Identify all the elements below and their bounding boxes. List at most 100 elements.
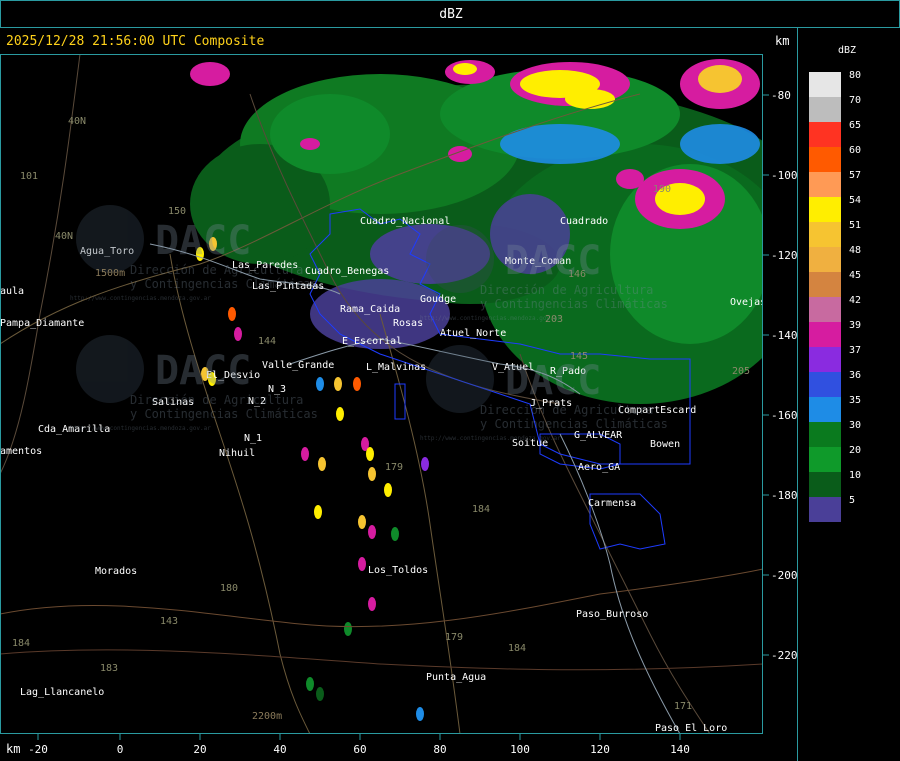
legend-label: 42 xyxy=(849,295,862,306)
y-axis: -80 -100 -120 -140 -160 -180 -200 -220 xyxy=(763,89,797,662)
place-label: Pampa_Diamante xyxy=(0,318,84,329)
place-label: Cuadro_Nacional xyxy=(360,216,450,227)
legend-swatch xyxy=(809,97,841,122)
radar-echo xyxy=(680,124,760,164)
route-label: 180 xyxy=(220,583,238,594)
route-label: 183 xyxy=(100,663,118,674)
watermark-line2: y Contingencias Climáticas xyxy=(130,407,318,421)
radar-echo xyxy=(384,483,392,497)
place-label: Lag_Llancanelo xyxy=(20,687,104,698)
legend-label: 5 xyxy=(849,495,856,506)
watermark-line1: Dirección de Agricultura xyxy=(480,283,653,297)
legend-label: 57 xyxy=(849,170,862,181)
route-label: 205 xyxy=(732,366,750,377)
place-label: Cuadrado xyxy=(560,216,608,227)
radar-echo xyxy=(318,457,326,471)
legend-label: 35 xyxy=(849,395,862,406)
place-label: L_Malvinas xyxy=(366,362,426,373)
radar-echo xyxy=(300,138,320,150)
terrain-label: 1500m xyxy=(95,268,125,279)
place-label: Carmensa xyxy=(588,498,636,509)
x-tick-label: 20 xyxy=(193,743,206,756)
legend-label: 37 xyxy=(849,345,862,356)
top-bar: dBZ xyxy=(0,0,900,28)
x-tick-label: 100 xyxy=(510,743,530,756)
place-label: amentos xyxy=(0,446,42,457)
legend-label: 51 xyxy=(849,220,862,231)
place-label: Paso_El_Loro xyxy=(655,723,727,734)
radar-echo xyxy=(391,527,399,541)
radar-echo xyxy=(453,63,477,75)
radar-echo xyxy=(358,557,366,571)
route-label: 190 xyxy=(653,184,671,195)
legend-label: 54 xyxy=(849,195,862,206)
legend-swatch xyxy=(809,122,841,147)
place-label: Rosas xyxy=(393,318,423,329)
radar-echo xyxy=(334,377,342,391)
legend-swatch xyxy=(809,397,841,422)
watermark-line2: y Contingencias Climáticas xyxy=(480,297,668,311)
legend-swatch xyxy=(809,147,841,172)
timestamp-label: 2025/12/28 21:56:00 UTC Composite xyxy=(6,34,265,49)
watermark-brand: DACC xyxy=(155,348,251,394)
place-label: Los_Toldos xyxy=(368,565,428,576)
place-label: Atuel_Norte xyxy=(440,328,506,339)
route-label: 40N xyxy=(68,116,86,127)
legend-swatch xyxy=(809,272,841,297)
radar-echo xyxy=(366,447,374,461)
terrain-label: 2200m xyxy=(252,711,282,722)
radar-echo xyxy=(368,597,376,611)
y-tick-label: -160 xyxy=(771,409,797,422)
route-label: 179 xyxy=(445,632,463,643)
watermark-url: http://www.contingencias.mendoza.gov.ar xyxy=(420,315,561,322)
x-tick-label: 0 xyxy=(117,743,124,756)
watermark-brand: DACC xyxy=(505,238,601,284)
place-label: Ovejas xyxy=(730,297,763,308)
radar-echo xyxy=(270,94,390,174)
x-tick-label: 80 xyxy=(433,743,446,756)
radar-echo xyxy=(344,622,352,636)
radar-echo xyxy=(368,467,376,481)
watermark-line1: Dirección de Agricultura xyxy=(130,263,303,277)
place-label: Bowen xyxy=(650,439,680,450)
x-axis: -20 0 20 40 60 80 100 120 140 xyxy=(28,734,690,756)
legend-label: 60 xyxy=(849,145,862,156)
watermark-line2: y Contingencias Climáticas xyxy=(130,277,318,291)
legend-label: 70 xyxy=(849,95,862,106)
legend-label: 10 xyxy=(849,470,862,481)
legend-label: 65 xyxy=(849,120,862,131)
place-label: Cuadro_Benegas xyxy=(305,266,389,277)
radar-echo xyxy=(616,169,644,189)
radar-echo xyxy=(500,124,620,164)
y-tick-label: -100 xyxy=(771,169,797,182)
legend-swatch xyxy=(809,422,841,447)
watermark-line1: Dirección de Agricultura xyxy=(480,403,653,417)
radar-echo xyxy=(234,327,242,341)
legend-label: 36 xyxy=(849,370,862,381)
radar-echo xyxy=(416,707,424,721)
radar-map[interactable]: Agua_ToroPampa_DiamanteEl_DesvioSalinasC… xyxy=(0,54,763,734)
legend-title: dBZ xyxy=(838,45,857,56)
radar-echo xyxy=(316,377,324,391)
y-tick-label: -220 xyxy=(771,649,797,662)
legend-label: 39 xyxy=(849,320,862,331)
radar-echo xyxy=(190,62,230,86)
legend-swatch xyxy=(809,472,841,497)
legend-swatch xyxy=(809,347,841,372)
y-tick-label: -140 xyxy=(771,329,797,342)
legend-swatch xyxy=(809,247,841,272)
place-label: Rama_Caida xyxy=(340,304,400,315)
legend-label: 30 xyxy=(849,420,862,431)
x-tick-label: 120 xyxy=(590,743,610,756)
legend-swatch xyxy=(809,322,841,347)
km-unit-top: km xyxy=(775,34,790,48)
route-label: 101 xyxy=(20,171,38,182)
place-label: Punta_Agua xyxy=(426,672,486,683)
route-label: 184 xyxy=(12,638,30,649)
legend-label: 45 xyxy=(849,270,862,281)
place-label: Nihuil xyxy=(219,448,255,459)
radar-echo xyxy=(421,457,429,471)
route-label: 171 xyxy=(674,701,692,712)
watermark-url: http://www.contingencias.mendoza.gov.ar xyxy=(70,295,211,302)
route-label: 184 xyxy=(508,643,526,654)
